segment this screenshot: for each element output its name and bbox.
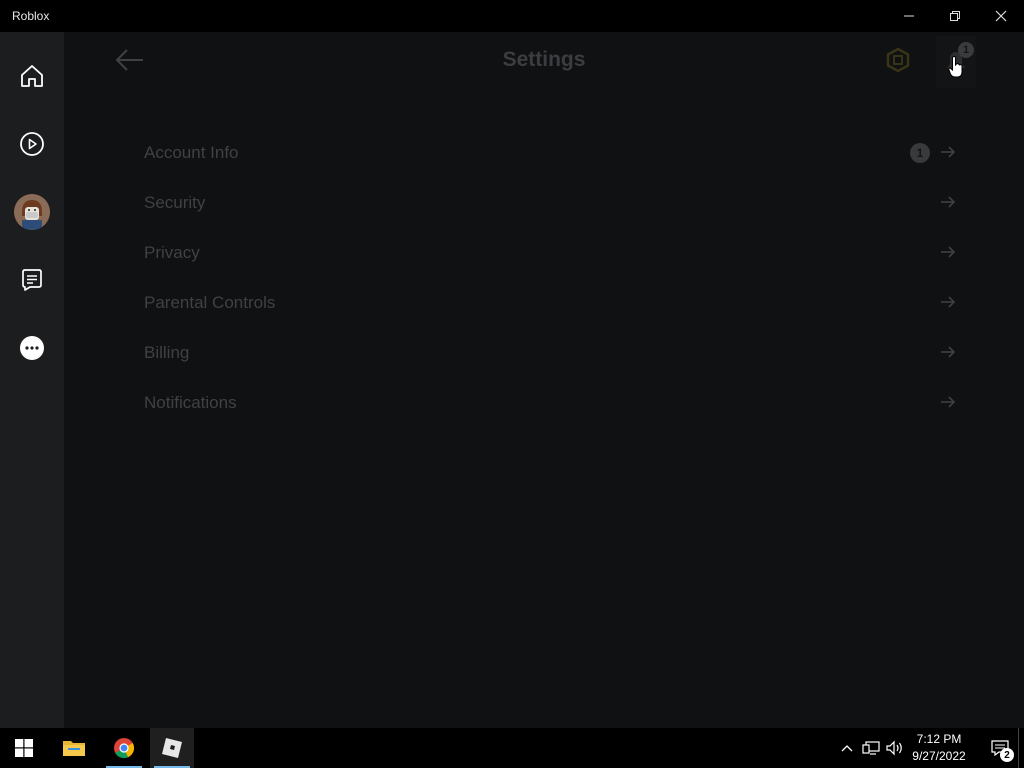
taskbar-chrome[interactable] [102, 728, 146, 768]
arrow-right-icon [941, 196, 956, 208]
robux-icon [886, 47, 910, 73]
minimize-icon [904, 15, 914, 17]
roblox-icon [162, 738, 182, 758]
chevron-up-icon [841, 745, 853, 752]
settings-row-account-info[interactable]: Account Info 1 [144, 128, 956, 178]
taskbar-roblox[interactable] [150, 728, 194, 768]
taskbar-clock[interactable]: 7:12 PM 9/27/2022 [906, 731, 972, 765]
home-icon [21, 65, 43, 87]
show-hidden-icons-button[interactable] [838, 728, 856, 768]
action-center-button[interactable]: 2 [980, 728, 1020, 768]
play-icon [20, 132, 44, 156]
arrow-right-icon [941, 396, 956, 408]
volume-icon [886, 740, 902, 756]
minimize-button[interactable] [886, 0, 932, 32]
clock-date: 9/27/2022 [912, 749, 966, 763]
sidebar-item-home[interactable] [12, 56, 52, 96]
show-desktop-button[interactable] [1018, 728, 1024, 768]
row-label: Notifications [144, 393, 237, 412]
avatar [14, 194, 50, 230]
close-icon [995, 10, 1007, 22]
app-title: Roblox [12, 9, 50, 23]
sidebar-item-more[interactable] [12, 328, 52, 368]
start-button[interactable] [0, 728, 48, 768]
network-button[interactable] [860, 728, 882, 768]
settings-row-security[interactable]: Security [144, 178, 956, 228]
row-label: Account Info [144, 143, 239, 162]
settings-row-billing[interactable]: Billing [144, 328, 956, 378]
row-label: Security [144, 193, 206, 212]
settings-row-parental-controls[interactable]: Parental Controls [144, 278, 956, 328]
restore-button[interactable] [932, 0, 978, 32]
arrow-right-icon [941, 346, 956, 358]
settings-page: Settings 1 Account Info 1 Security Priva… [64, 32, 1024, 728]
start-icon [15, 739, 33, 757]
settings-row-notifications[interactable]: Notifications [144, 378, 956, 428]
clock-time: 7:12 PM [916, 732, 962, 746]
sidebar [0, 32, 64, 728]
robux-button[interactable] [882, 44, 914, 76]
settings-row-privacy[interactable]: Privacy [144, 228, 956, 278]
restore-icon [950, 11, 960, 21]
sidebar-item-avatar[interactable] [12, 192, 52, 232]
close-button[interactable] [978, 0, 1024, 32]
taskbar-file-explorer[interactable] [52, 728, 96, 768]
account-info-badge: 1 [910, 143, 930, 163]
row-label: Parental Controls [144, 293, 276, 312]
row-label: Billing [144, 343, 190, 362]
sidebar-item-chat[interactable] [12, 260, 52, 300]
chrome-icon [114, 738, 135, 759]
network-icon [862, 741, 880, 755]
settings-list: Account Info 1 Security Privacy Parental… [144, 128, 956, 428]
arrow-right-icon [941, 246, 956, 258]
row-label: Privacy [144, 243, 200, 262]
file-explorer-icon [63, 741, 85, 756]
taskbar: 7:12 PM 9/27/2022 2 [0, 728, 1024, 768]
title-bar: Roblox [0, 0, 1024, 32]
volume-button[interactable] [884, 728, 906, 768]
more-icon [20, 336, 44, 360]
page-title: Settings [502, 48, 586, 71]
arrow-right-icon [941, 146, 956, 158]
action-center-badge: 2 [1000, 748, 1014, 762]
chat-icon [22, 269, 42, 291]
avatar-icon [14, 194, 50, 230]
arrow-right-icon [941, 296, 956, 308]
sidebar-item-discover[interactable] [12, 124, 52, 164]
mouse-cursor-icon [948, 56, 964, 83]
